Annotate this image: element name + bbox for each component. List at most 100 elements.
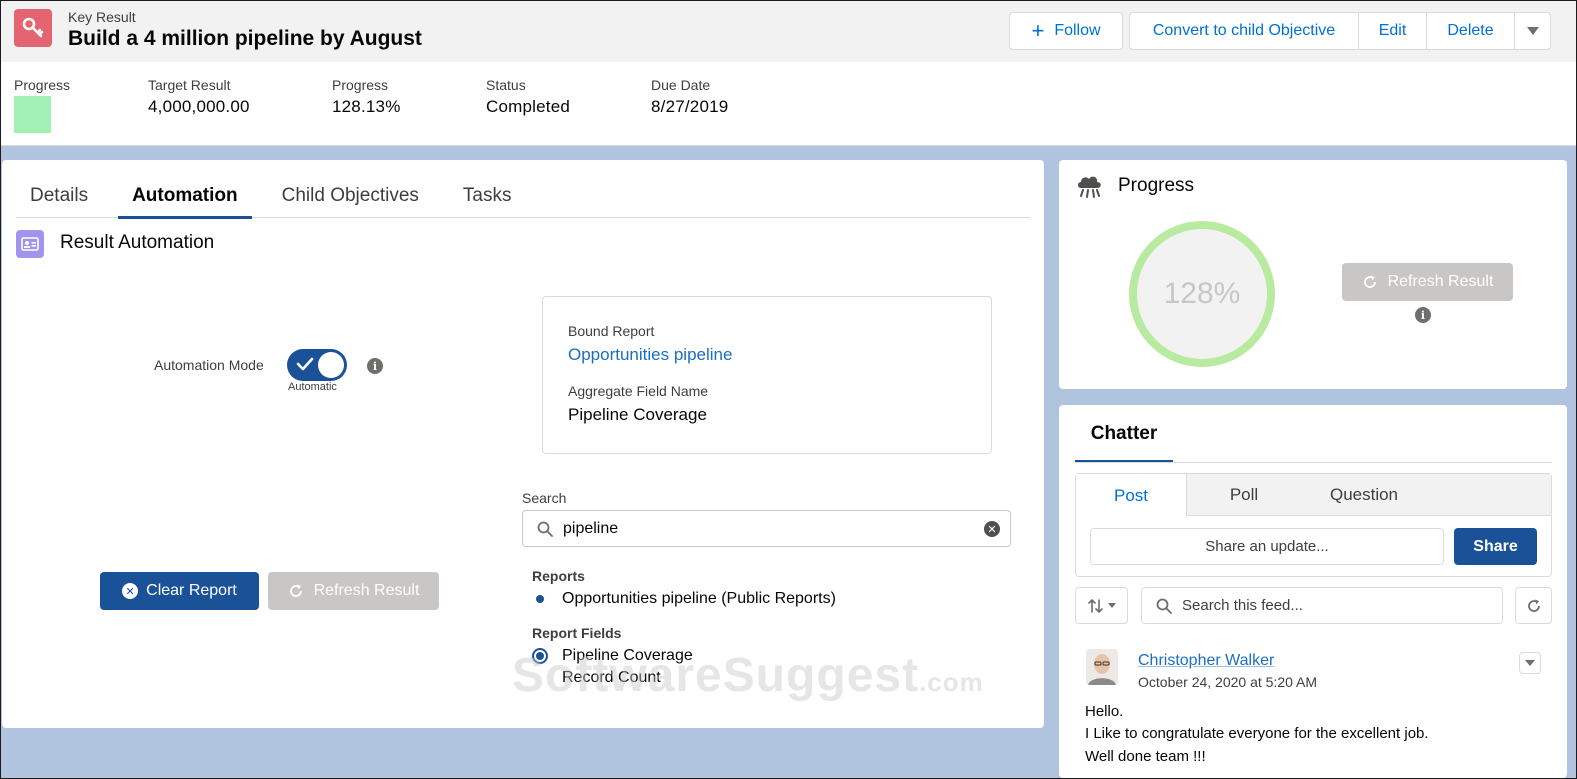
- publisher-tab-poll[interactable]: Poll: [1204, 474, 1284, 516]
- field-option[interactable]: Pipeline Coverage: [532, 645, 693, 667]
- progress-color-swatch: [14, 96, 51, 133]
- publisher-tab-post[interactable]: Post: [1076, 474, 1187, 517]
- record-tabs: Details Automation Child Objectives Task…: [16, 174, 1030, 219]
- field-option-label: Record Count: [562, 669, 661, 686]
- search-label: Search: [522, 490, 567, 506]
- post-body-line: Well done team !!!: [1085, 748, 1206, 765]
- feed-search-input[interactable]: Search this feed...: [1141, 587, 1503, 624]
- post-timestamp[interactable]: October 24, 2020 at 5:20 AM: [1138, 674, 1317, 690]
- record-type-label: Key Result: [68, 9, 136, 25]
- highlight-value: 4,000,000.00: [148, 97, 250, 116]
- post-actions-menu[interactable]: [1519, 652, 1541, 674]
- bound-report-link[interactable]: Opportunities pipeline: [568, 345, 732, 365]
- progress-ring: 128%: [1129, 221, 1275, 367]
- field-option-label: Pipeline Coverage: [562, 647, 693, 664]
- clear-report-button[interactable]: ✕ Clear Report: [100, 572, 259, 610]
- refresh-feed-button[interactable]: [1515, 587, 1552, 624]
- progress-card: Progress 128% Refresh Result i: [1059, 160, 1567, 389]
- search-value: pipeline: [563, 520, 619, 537]
- chatter-divider: [1075, 462, 1552, 463]
- refresh-result-label: Refresh Result: [313, 582, 420, 599]
- edit-button[interactable]: Edit: [1359, 12, 1427, 50]
- field-option[interactable]: Record Count: [532, 667, 661, 689]
- radio-empty: [532, 670, 548, 686]
- chevron-down-icon: [1107, 602, 1116, 608]
- feed-search-placeholder: Search this feed...: [1182, 597, 1303, 614]
- toggle-knob: [318, 352, 344, 378]
- record-header: Key Result Build a 4 million pipeline by…: [0, 0, 1577, 146]
- tab-tasks[interactable]: Tasks: [449, 174, 526, 218]
- highlight-progress-swatch: Progress: [14, 77, 70, 133]
- tab-child-objectives[interactable]: Child Objectives: [268, 174, 433, 218]
- chatter-card: Chatter Post Poll Question Share an upda…: [1059, 405, 1567, 778]
- avatar[interactable]: [1086, 649, 1118, 685]
- bound-report-label: Bound Report: [568, 323, 655, 339]
- convert-to-child-objective-button[interactable]: Convert to child Objective: [1129, 12, 1359, 50]
- info-icon[interactable]: i: [1415, 307, 1431, 323]
- close-icon: ✕: [122, 583, 139, 599]
- automation-card: Details Automation Child Objectives Task…: [2, 160, 1044, 728]
- refresh-icon: [1363, 275, 1376, 288]
- progress-refresh-result-button[interactable]: Refresh Result: [1342, 263, 1513, 301]
- report-search-input[interactable]: pipeline ✕: [522, 510, 1011, 547]
- highlight-value: 128.13%: [332, 97, 401, 116]
- check-icon: [296, 357, 314, 371]
- post-body-line: Hello.: [1085, 703, 1124, 720]
- record-actions: + Follow Convert to child Objective Edit…: [1009, 12, 1551, 50]
- sort-feed-button[interactable]: [1075, 587, 1128, 624]
- follow-label: Follow: [1054, 22, 1101, 39]
- post-author-link[interactable]: Christopher Walker: [1138, 652, 1274, 670]
- record-title: Build a 4 million pipeline by August: [68, 27, 422, 50]
- key-result-icon: [14, 9, 52, 47]
- tab-details[interactable]: Details: [16, 174, 102, 218]
- progress-cloud-icon: [1078, 176, 1101, 198]
- post-body-line: I Like to congratulate everyone for the …: [1085, 725, 1429, 742]
- bound-report-panel: Bound Report Opportunities pipeline Aggr…: [542, 296, 992, 454]
- search-icon: [537, 521, 553, 537]
- highlight-value: 8/27/2019: [651, 97, 729, 116]
- highlight-label: Progress: [14, 77, 71, 93]
- automation-mode-label: Automation Mode: [154, 357, 264, 373]
- reports-title: Reports: [532, 568, 585, 584]
- refresh-icon: [289, 584, 302, 597]
- chevron-down-icon: [1526, 27, 1539, 35]
- report-option-label: Opportunities pipeline (Public Reports): [562, 590, 836, 607]
- chatter-tab[interactable]: Chatter: [1075, 405, 1173, 463]
- highlight-target-result: Target Result 4,000,000.00: [148, 77, 250, 117]
- highlight-label: Due Date: [651, 77, 711, 93]
- progress-card-title: Progress: [1118, 175, 1195, 196]
- highlight-label: Progress: [332, 77, 389, 93]
- report-fields-title: Report Fields: [532, 625, 622, 641]
- section-title: Result Automation: [60, 232, 215, 253]
- search-icon: [1156, 598, 1172, 614]
- more-actions-button[interactable]: [1515, 12, 1551, 50]
- radio-selected-icon: [532, 591, 548, 607]
- refresh-result-button[interactable]: Refresh Result: [268, 572, 439, 610]
- progress-percent: 128%: [1163, 277, 1241, 310]
- share-update-input[interactable]: Share an update...: [1090, 528, 1444, 565]
- chevron-down-icon: [1525, 659, 1535, 666]
- automation-mode-toggle[interactable]: [287, 349, 347, 381]
- highlight-status: Status Completed: [486, 77, 570, 117]
- publisher: Post Poll Question Share an update... Sh…: [1075, 473, 1552, 577]
- report-option[interactable]: Opportunities pipeline (Public Reports): [532, 588, 836, 610]
- highlight-progress: Progress 128.13%: [332, 77, 401, 117]
- publisher-tab-question[interactable]: Question: [1304, 474, 1424, 516]
- plus-icon: +: [1031, 18, 1045, 43]
- delete-button[interactable]: Delete: [1427, 12, 1515, 50]
- aggregate-field-value: Pipeline Coverage: [568, 405, 707, 424]
- tab-automation[interactable]: Automation: [118, 174, 252, 219]
- highlight-due-date: Due Date 8/27/2019: [651, 77, 728, 117]
- follow-button[interactable]: + Follow: [1009, 12, 1123, 50]
- clear-search-icon[interactable]: ✕: [984, 521, 1000, 537]
- share-button[interactable]: Share: [1454, 528, 1537, 565]
- info-icon[interactable]: i: [367, 358, 383, 374]
- clear-report-label: Clear Report: [146, 582, 237, 599]
- publisher-tabs: Post Poll Question: [1076, 474, 1551, 517]
- highlight-value: Completed: [486, 97, 571, 116]
- aggregate-field-label: Aggregate Field Name: [568, 383, 709, 399]
- contact-card-icon: [16, 230, 44, 258]
- record-header-top: Key Result Build a 4 million pipeline by…: [0, 0, 1577, 62]
- highlight-label: Status: [486, 77, 526, 93]
- highlight-label: Target Result: [148, 77, 231, 93]
